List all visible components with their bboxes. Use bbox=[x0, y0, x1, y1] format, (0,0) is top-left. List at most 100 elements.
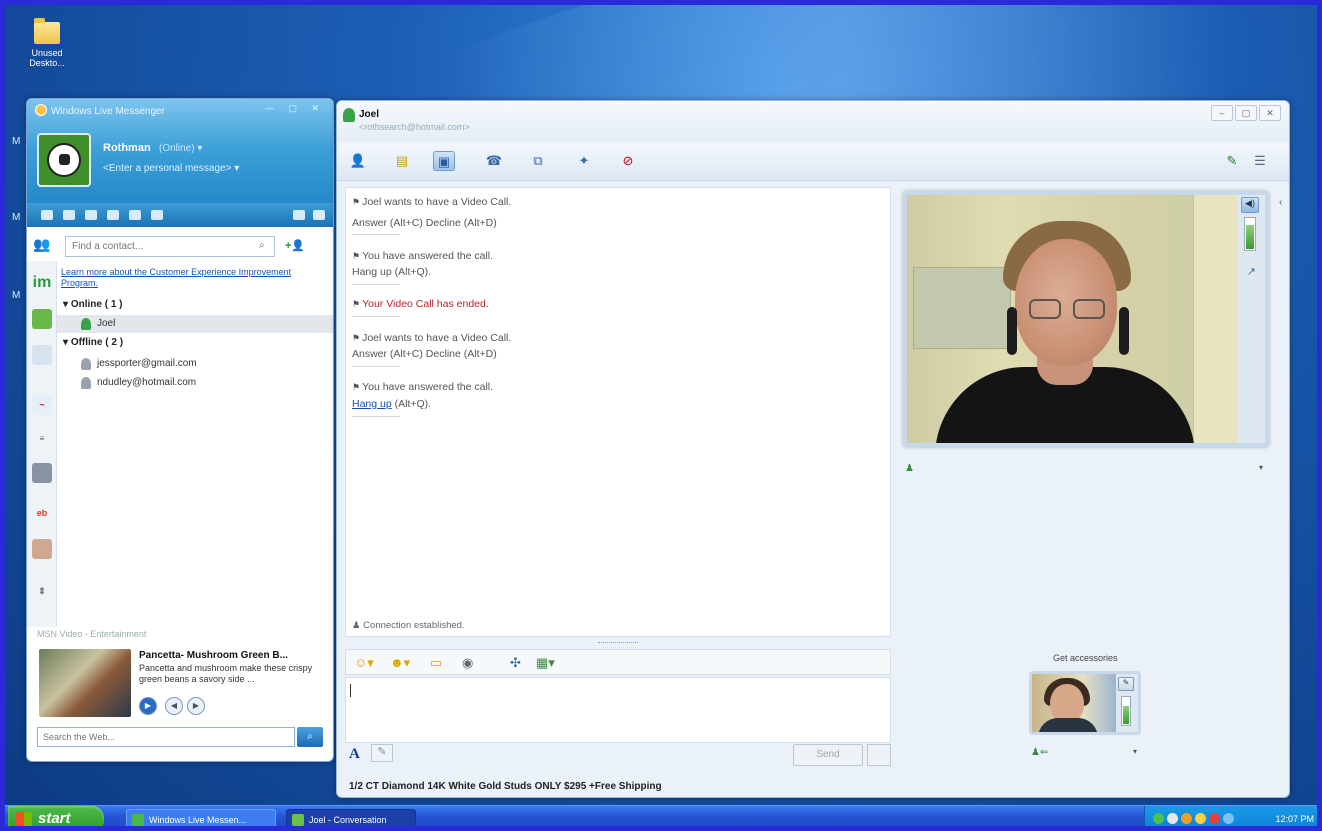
video-icon: ⚑ bbox=[352, 382, 361, 392]
mail-icon[interactable] bbox=[41, 210, 53, 220]
menu-icon[interactable] bbox=[313, 210, 325, 220]
search-icon[interactable]: ⌕ bbox=[259, 240, 265, 251]
radio-tab-icon[interactable]: ≡ bbox=[32, 429, 52, 449]
ad-title[interactable]: Pancetta- Mushroom Green B... bbox=[139, 650, 329, 661]
transcript-separator bbox=[352, 284, 400, 285]
messenger-logo-icon bbox=[35, 104, 47, 116]
send-file-icon[interactable]: ▤ bbox=[391, 151, 413, 171]
chart-tab-icon[interactable]: ~ bbox=[32, 395, 52, 415]
webcam-settings-icon[interactable]: ♟⇐ bbox=[1031, 747, 1048, 758]
expand-icon[interactable]: ↗ bbox=[1247, 265, 1256, 278]
security-tray-icon[interactable] bbox=[1181, 813, 1192, 824]
mic-level[interactable] bbox=[1121, 696, 1131, 726]
answer-decline-links[interactable]: Answer (Alt+C) Decline (Alt+D) bbox=[352, 217, 497, 229]
group-online[interactable]: ▾ Online ( 1 ) bbox=[63, 299, 122, 310]
emoticon-icon[interactable]: ☺▾ bbox=[354, 655, 374, 671]
photo-tab-icon[interactable] bbox=[32, 539, 52, 559]
next-icon[interactable]: ▶ bbox=[187, 697, 205, 715]
alert-tray-icon[interactable] bbox=[1209, 813, 1220, 824]
window-controls[interactable]: — ▢ ✕ bbox=[265, 103, 325, 114]
status-dropdown[interactable]: (Online) ▾ bbox=[159, 143, 202, 154]
ad-image[interactable] bbox=[39, 649, 131, 717]
video-call-icon[interactable]: ▣ bbox=[433, 151, 455, 171]
taskbar-item-conversation[interactable]: Joel - Conversation bbox=[286, 809, 416, 830]
call-icon[interactable]: ☎ bbox=[483, 151, 505, 171]
desktop-folder-icon[interactable]: Unused Deskto... bbox=[22, 18, 72, 68]
start-button[interactable]: start bbox=[8, 806, 104, 831]
group-online-label: Online ( 1 ) bbox=[70, 299, 123, 310]
taskbar-item-messenger[interactable]: Windows Live Messen... bbox=[126, 809, 276, 830]
self-shirt bbox=[1038, 718, 1098, 732]
customer-experience-link[interactable]: Learn more about the Customer Experience… bbox=[61, 267, 311, 289]
nudge-icon[interactable]: ◉ bbox=[462, 655, 473, 671]
find-contact-input[interactable] bbox=[65, 236, 275, 257]
pen-icon[interactable]: ✎ bbox=[1221, 151, 1243, 171]
activities-icon[interactable]: ✦ bbox=[573, 151, 595, 171]
network-tray-icon[interactable] bbox=[1167, 813, 1178, 824]
games-icon[interactable] bbox=[107, 210, 119, 220]
invite-icon[interactable]: 👤 bbox=[347, 151, 369, 171]
group-offline[interactable]: ▾ Offline ( 2 ) bbox=[63, 337, 123, 348]
previous-icon[interactable]: ◀ bbox=[165, 697, 183, 715]
display-picture-dropdown[interactable]: ▾ bbox=[1259, 463, 1263, 472]
user-name[interactable]: Rothman bbox=[103, 142, 151, 154]
web-search-input[interactable] bbox=[37, 727, 295, 747]
send-button[interactable]: Send bbox=[793, 744, 863, 766]
share-folders-icon[interactable]: ⧉ bbox=[527, 151, 549, 171]
play-icon[interactable]: ▶ bbox=[139, 697, 157, 715]
news-icon[interactable] bbox=[85, 210, 97, 220]
messenger-tray-icon[interactable] bbox=[1153, 813, 1164, 824]
get-accessories-label[interactable]: Get accessories bbox=[1053, 653, 1118, 663]
taskbar: start Windows Live Messen... Joel - Conv… bbox=[0, 805, 1322, 831]
self-video[interactable] bbox=[1032, 674, 1116, 732]
car-tab-icon[interactable] bbox=[32, 463, 52, 483]
phone-card-icon[interactable] bbox=[32, 345, 52, 365]
avatar[interactable] bbox=[37, 133, 91, 187]
handwriting-icon[interactable]: ✎ bbox=[371, 744, 393, 762]
scroll-arrows-icon[interactable]: ⇕ bbox=[32, 581, 52, 601]
customize-icon[interactable] bbox=[293, 210, 305, 220]
update-tray-icon[interactable] bbox=[1195, 813, 1206, 824]
maximize-button[interactable]: ▢ bbox=[1235, 105, 1257, 121]
speaker-icon[interactable]: ◀) bbox=[1241, 197, 1259, 213]
voice-clip-icon[interactable]: ✣ bbox=[510, 655, 521, 671]
background-icon[interactable]: ▭ bbox=[430, 655, 442, 671]
desktop-icon-label: Unused Deskto... bbox=[29, 48, 65, 68]
edit-icon[interactable]: ✎ bbox=[1118, 677, 1134, 691]
bottle-icon[interactable] bbox=[32, 309, 52, 329]
menu-icon[interactable]: ☰ bbox=[1249, 151, 1271, 171]
contact-display-icon[interactable]: ♟ bbox=[905, 463, 914, 474]
gift-icon[interactable]: ▦▾ bbox=[536, 655, 555, 671]
add-contact-button[interactable]: +👤 bbox=[285, 239, 305, 252]
volume-tray-icon[interactable] bbox=[1223, 813, 1234, 824]
transcript-line: ⚑ You have answered the call. bbox=[352, 381, 494, 393]
phone-icon[interactable] bbox=[129, 210, 141, 220]
search-button[interactable] bbox=[867, 744, 891, 766]
splitter-handle[interactable] bbox=[345, 639, 891, 647]
answer-decline-links[interactable]: Answer (Alt+C) Decline (Alt+D) bbox=[352, 348, 497, 360]
share-icon[interactable] bbox=[151, 210, 163, 220]
block-icon[interactable]: ⊘ bbox=[617, 151, 639, 171]
ebay-tab-icon[interactable]: eb bbox=[32, 503, 52, 523]
remote-video[interactable] bbox=[907, 195, 1237, 443]
contact-joel[interactable]: Joel bbox=[57, 315, 333, 333]
font-icon[interactable]: A bbox=[349, 746, 360, 763]
hang-up-link[interactable]: Hang up bbox=[352, 398, 392, 410]
im-icon[interactable]: im bbox=[32, 273, 52, 293]
web-search-button[interactable]: ⌕ bbox=[297, 727, 323, 747]
spaces-icon[interactable] bbox=[63, 210, 75, 220]
wink-icon[interactable]: ☻▾ bbox=[390, 655, 410, 671]
hang-up-link[interactable]: Hang up (Alt+Q). bbox=[352, 266, 431, 278]
self-display-dropdown[interactable]: ▾ bbox=[1133, 747, 1137, 756]
close-button[interactable]: ✕ bbox=[1259, 105, 1281, 121]
message-input[interactable] bbox=[345, 677, 891, 743]
minimize-button[interactable]: – bbox=[1211, 105, 1233, 121]
personal-message-field[interactable]: <Enter a personal message> ▾ bbox=[103, 163, 239, 174]
collapse-panel-icon[interactable]: ‹ bbox=[1279, 197, 1282, 208]
messenger-toolbar bbox=[27, 203, 333, 227]
volume-slider[interactable] bbox=[1244, 217, 1256, 251]
contacts-icon[interactable]: 👥 bbox=[33, 236, 50, 252]
text-ad[interactable]: 1/2 CT Diamond 14K White Gold Studs ONLY… bbox=[349, 781, 662, 792]
contact-ndudley[interactable]: ndudley@hotmail.com bbox=[57, 374, 333, 392]
contact-jessporter[interactable]: jessporter@gmail.com bbox=[57, 355, 333, 373]
